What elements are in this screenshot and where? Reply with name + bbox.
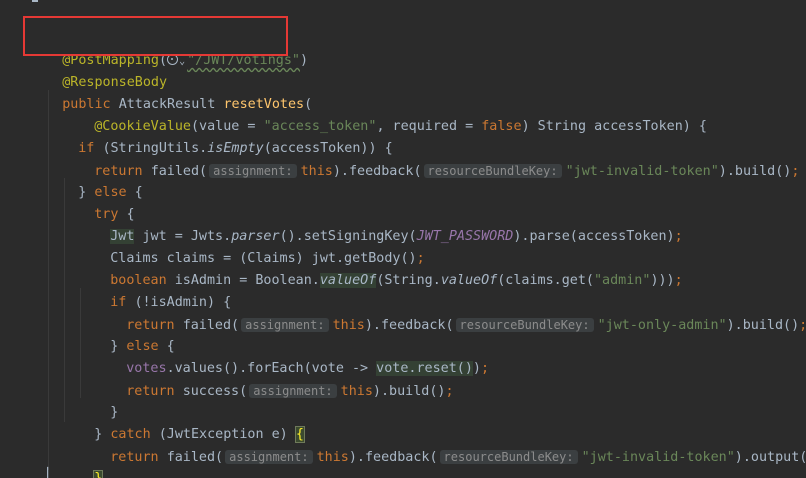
code-line[interactable]: return success(assignment: this).build(); xyxy=(94,358,806,399)
code-line[interactable]: if (StringUtils.isEmpty(accessToken)) { xyxy=(46,116,806,156)
matched-brace-token: } xyxy=(93,470,104,478)
code-line[interactable]: if (!isAdmin) { xyxy=(78,270,806,310)
code-line[interactable]: Jwt jwt = Jwts.parser().setSigningKey(JW… xyxy=(78,204,806,244)
code-line[interactable]: } catch (JwtException e) { xyxy=(62,402,806,443)
code-line[interactable]: public AttackResult resetVotes( xyxy=(30,72,806,112)
code-editor[interactable]: @PostMapping(⌄ "/JWT/votings") @ResponseB… xyxy=(0,0,806,478)
fold-marker xyxy=(32,0,38,2)
code-line[interactable]: return failed(assignment: this).feedback(… xyxy=(62,138,806,179)
code-line[interactable]: try { xyxy=(62,182,806,222)
fold-marker: ⌊ xyxy=(44,466,53,478)
code-line[interactable]: } xyxy=(78,380,806,420)
code-line[interactable]: } else { xyxy=(46,160,806,200)
code-line[interactable]: boolean isAdmin = Boolean.valueOf(String… xyxy=(78,248,806,288)
code-line[interactable]: @CookieValue(value = "access_token", req… xyxy=(62,94,806,134)
highlight-rectangle xyxy=(23,16,288,56)
code-line[interactable]: votes.values().forEach(vote -> vote.rese… xyxy=(94,336,806,376)
code-line[interactable]: Claims claims = (Claims) jwt.getBody(); xyxy=(78,226,806,266)
code-line[interactable]: } else { xyxy=(78,314,806,354)
code-line[interactable]: return failed(assignment: this).feedback(… xyxy=(94,292,806,333)
code-line[interactable]: } xyxy=(62,446,806,478)
code-line[interactable]: return failed(assignment: this).feedback(… xyxy=(78,424,806,465)
